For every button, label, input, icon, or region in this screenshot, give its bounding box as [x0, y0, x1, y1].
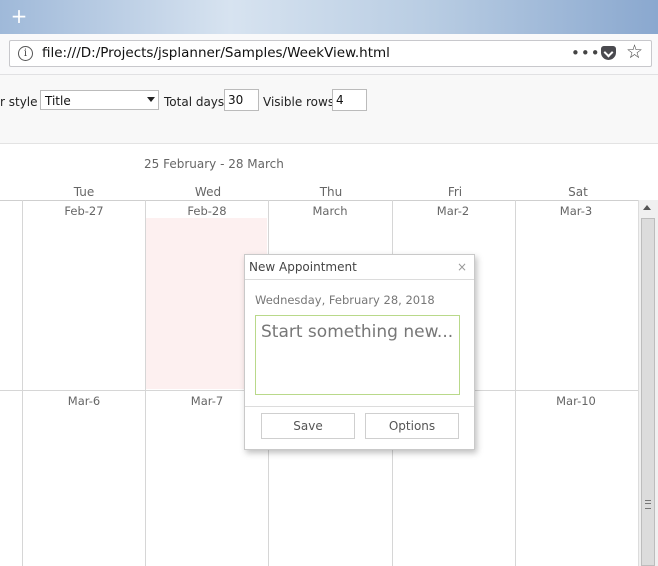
appointment-subject-input[interactable]: Start something new... — [255, 315, 460, 395]
day-header-wed: Wed — [194, 185, 222, 199]
day-header-tue: Tue — [73, 185, 95, 199]
scrollbar-grip-icon — [645, 500, 651, 509]
close-icon[interactable]: × — [457, 260, 467, 274]
date-label-mar-2[interactable]: Mar-2 — [413, 204, 493, 218]
browser-title-bar — [0, 0, 658, 34]
header-style-label: r style — [0, 95, 38, 109]
info-icon[interactable]: i — [18, 46, 33, 61]
date-label-mar-7[interactable]: Mar-7 — [167, 394, 247, 408]
scrollbar-thumb[interactable] — [641, 218, 655, 566]
header-style-value: Title — [45, 94, 71, 108]
grid-line — [145, 200, 146, 566]
dialog-title: New Appointment — [249, 260, 357, 274]
visible-rows-input[interactable]: 4 — [332, 89, 367, 111]
date-label-march[interactable]: March — [290, 204, 370, 218]
scroll-up-arrow-icon[interactable] — [643, 205, 651, 210]
grid-line — [22, 200, 23, 566]
save-button[interactable]: Save — [261, 413, 355, 439]
date-range-title: 25 February - 28 March — [144, 157, 284, 171]
day-header-thu: Thu — [319, 185, 343, 199]
date-label-feb-27[interactable]: Feb-27 — [44, 204, 124, 218]
date-label-feb-28[interactable]: Feb-28 — [167, 204, 247, 218]
total-days-label: Total days — [164, 95, 225, 109]
options-button[interactable]: Options — [365, 413, 459, 439]
bookmark-star-icon[interactable]: ☆ — [626, 41, 643, 63]
total-days-input[interactable]: 30 — [224, 89, 259, 111]
date-label-mar-10[interactable]: Mar-10 — [536, 394, 616, 408]
new-tab-icon[interactable]: + — [9, 6, 29, 26]
more-actions-icon[interactable]: ••• — [571, 44, 601, 62]
appointment-date: Wednesday, February 28, 2018 — [255, 293, 435, 307]
dialog-divider — [245, 406, 474, 407]
url-text[interactable]: file:///D:/Projects/jsplanner/Samples/We… — [42, 45, 390, 61]
visible-rows-label: Visible rows — [263, 95, 335, 109]
dropdown-arrow-icon[interactable] — [147, 97, 155, 102]
dialog-divider — [245, 279, 474, 280]
day-header-sat: Sat — [568, 185, 588, 199]
date-label-mar-6[interactable]: Mar-6 — [44, 394, 124, 408]
date-label-mar-3[interactable]: Mar-3 — [536, 204, 616, 218]
grid-line — [515, 200, 516, 566]
day-header-fri: Fri — [447, 185, 463, 199]
